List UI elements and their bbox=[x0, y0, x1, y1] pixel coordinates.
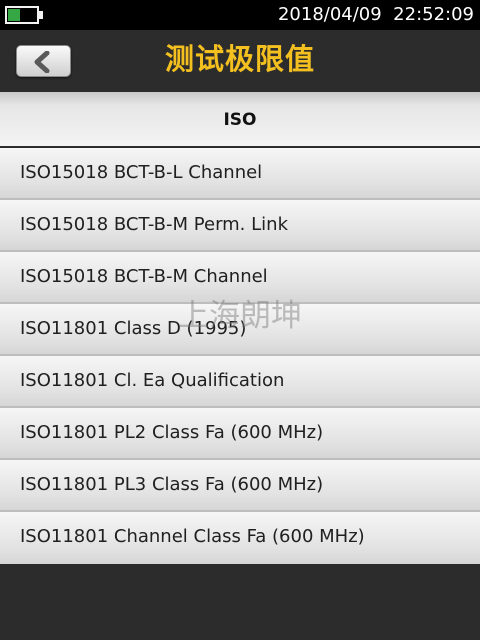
battery-tip bbox=[39, 11, 43, 19]
list-item[interactable]: ISO15018 BCT-B-L Channel bbox=[0, 148, 480, 200]
battery-level bbox=[8, 9, 20, 21]
list-item[interactable]: ISO11801 PL2 Class Fa (600 MHz) bbox=[0, 408, 480, 460]
list-item[interactable]: ISO11801 Cl. Ea Qualification bbox=[0, 356, 480, 408]
list-item[interactable]: ISO11801 Channel Class Fa (600 MHz) bbox=[0, 512, 480, 564]
list-item[interactable]: ISO15018 BCT-B-M Channel bbox=[0, 252, 480, 304]
list-header-iso: ISO bbox=[0, 92, 480, 148]
list-item[interactable]: ISO11801 Class D (1995) bbox=[0, 304, 480, 356]
limits-list: ISO ISO15018 BCT-B-L Channel ISO15018 BC… bbox=[0, 92, 480, 564]
page-title: 测试极限值 bbox=[164, 42, 315, 76]
title-bar: 测试极限值 bbox=[0, 30, 480, 90]
status-datetime: 2018/04/09 22:52:09 bbox=[277, 4, 474, 25]
battery-icon bbox=[5, 6, 39, 24]
list-item[interactable]: ISO11801 PL3 Class Fa (600 MHz) bbox=[0, 460, 480, 512]
status-bar: 2018/04/09 22:52:09 bbox=[0, 0, 480, 30]
list-item[interactable]: ISO15018 BCT-B-M Perm. Link bbox=[0, 200, 480, 252]
